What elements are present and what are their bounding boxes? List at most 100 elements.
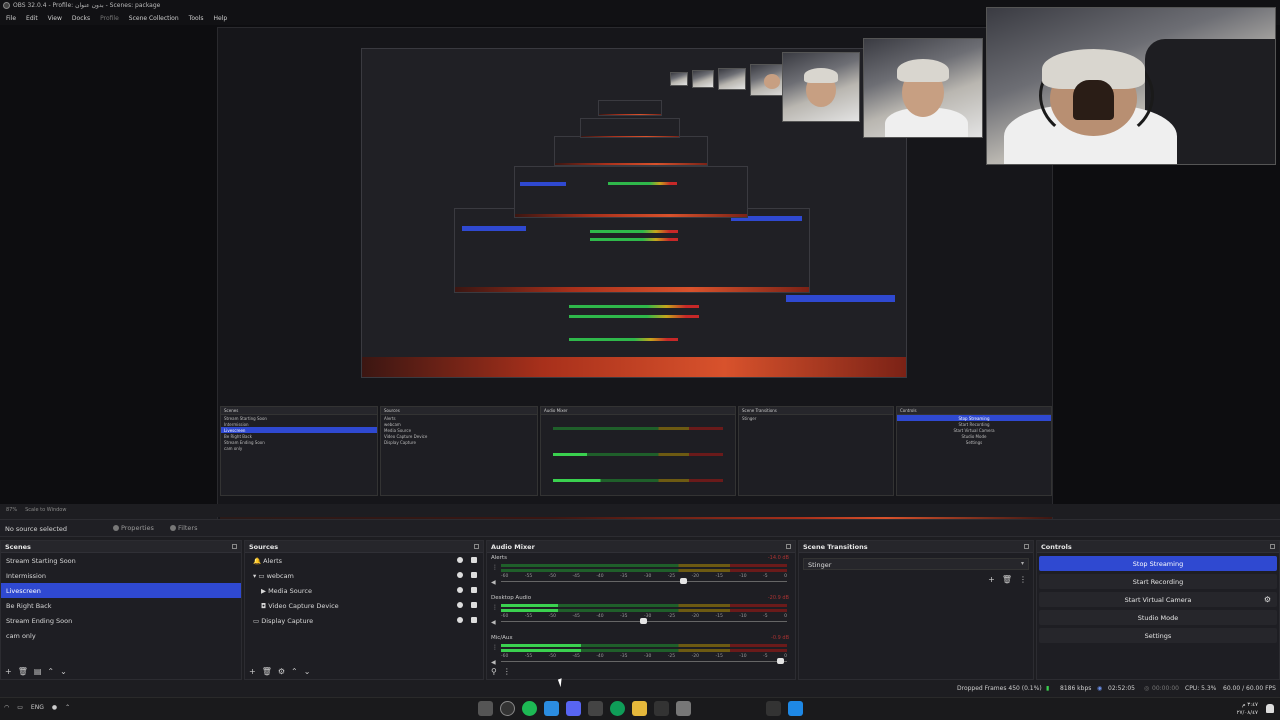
move-up-icon[interactable]: ⌃ [291, 667, 298, 676]
scale-mode[interactable]: Scale to Window [25, 507, 66, 513]
speaker-icon[interactable]: ◀ [491, 619, 496, 626]
menu-tools[interactable]: Tools [185, 12, 208, 25]
trash-icon[interactable]: 🗑 [1002, 575, 1012, 584]
menu-file[interactable]: File [2, 12, 20, 25]
speaker-icon[interactable]: ◀ [491, 579, 496, 586]
move-down-icon[interactable]: ⌄ [60, 667, 67, 676]
menu-edit[interactable]: Edit [22, 12, 42, 25]
source-item[interactable]: ▶ Media Source [245, 583, 483, 598]
preview-area[interactable]: Scenes Stream Starting Soon Intermission… [0, 7, 1280, 527]
settings-app-icon[interactable] [478, 701, 493, 716]
settings-button[interactable]: Settings [1039, 628, 1277, 643]
menu-scene-collection[interactable]: Scene Collection [125, 12, 183, 25]
add-icon[interactable]: + [988, 575, 995, 584]
menu-docks[interactable]: Docks [68, 12, 94, 25]
fader-knob[interactable] [680, 578, 688, 584]
zoom-level[interactable]: 87% [6, 507, 17, 513]
gear-icon[interactable]: ⚙ [1264, 595, 1271, 604]
stop-streaming-button[interactable]: Stop Streaming [1039, 556, 1277, 571]
menu-view[interactable]: View [44, 12, 66, 25]
spotify-app-icon[interactable] [522, 701, 537, 716]
eye-icon[interactable] [457, 602, 463, 608]
discord-app-icon[interactable] [566, 701, 581, 716]
transition-select[interactable]: Stinger ▾ [803, 558, 1029, 570]
menu-dots-icon[interactable]: ⋮ [503, 667, 511, 676]
lock-icon[interactable] [471, 587, 477, 593]
undock-icon[interactable] [232, 544, 237, 549]
scenes-toolbar: + 🗑 ▤ ⌃ ⌄ [1, 665, 67, 677]
fps: 60.00 / 60.00 FPS [1223, 685, 1276, 692]
menu-profile[interactable]: Profile [96, 12, 123, 25]
app-icon[interactable] [676, 701, 691, 716]
eye-icon[interactable] [457, 557, 463, 563]
volume-fader[interactable] [501, 618, 787, 624]
scene-item[interactable]: Stream Starting Soon [1, 553, 241, 568]
language-indicator[interactable]: ENG [31, 704, 44, 711]
scene-item[interactable]: Stream Ending Soon [1, 613, 241, 628]
start-virtual-camera-button[interactable]: Start Virtual Camera ⚙ [1039, 592, 1277, 607]
studio-mode-button[interactable]: Studio Mode [1039, 610, 1277, 625]
volume-meter [501, 604, 787, 607]
menu-dots-icon[interactable]: ⋮ [492, 604, 498, 611]
windows-start-icon[interactable] [788, 701, 803, 716]
move-down-icon[interactable]: ⌄ [304, 667, 311, 676]
scene-item[interactable]: cam only [1, 628, 241, 643]
menu-help[interactable]: Help [209, 12, 231, 25]
eye-icon[interactable] [457, 572, 463, 578]
mic-icon[interactable]: ● [52, 704, 57, 711]
lock-icon[interactable] [471, 602, 477, 608]
source-item[interactable]: ▭ Display Capture [245, 613, 483, 628]
menu-dots-icon[interactable]: ⋮ [492, 644, 498, 651]
wifi-icon[interactable]: ◠ [4, 704, 9, 711]
lock-icon[interactable] [471, 617, 477, 623]
properties-button[interactable]: Properties [113, 524, 154, 532]
undock-icon[interactable] [1270, 544, 1275, 549]
undock-icon[interactable] [474, 544, 479, 549]
meter-tick-label: -15 [715, 574, 723, 579]
source-item[interactable]: 🔔 Alerts [245, 553, 483, 568]
scene-item[interactable]: Be Right Back [1, 598, 241, 613]
chevron-down-icon: ▾ [1020, 560, 1024, 567]
eye-icon[interactable] [457, 617, 463, 623]
add-icon[interactable]: + [5, 667, 12, 676]
chevron-down-icon[interactable]: ▾ [253, 572, 256, 580]
undock-icon[interactable] [1024, 544, 1029, 549]
meter-tick-label: -20 [691, 654, 699, 659]
taskbar-clock[interactable]: ٣:٤٧ م ٢٧/٠٨/٤٧ [1237, 701, 1258, 717]
lock-icon[interactable] [471, 572, 477, 578]
notification-icon[interactable] [1266, 704, 1274, 713]
preview-canvas[interactable]: Scenes Stream Starting Soon Intermission… [217, 27, 1053, 527]
undock-icon[interactable] [786, 544, 791, 549]
source-item[interactable]: ◘ Video Capture Device [245, 598, 483, 613]
source-group[interactable]: ▾ ▭ webcam [245, 568, 483, 583]
fader-knob[interactable] [777, 658, 785, 664]
scene-item[interactable]: Intermission [1, 568, 241, 583]
filter-icon[interactable]: ▤ [34, 667, 42, 676]
notepad-app-icon[interactable] [654, 701, 669, 716]
meter-tick-label: -55 [524, 614, 533, 619]
volume-fader[interactable] [501, 658, 787, 664]
scene-item-selected[interactable]: Livescreen [1, 583, 241, 598]
chevron-up-icon[interactable]: ⌃ [65, 704, 70, 711]
add-icon[interactable]: + [249, 667, 256, 676]
telegram-app-icon[interactable] [544, 701, 559, 716]
menu-dots-icon[interactable]: ⋮ [492, 564, 498, 571]
search-icon[interactable] [766, 701, 781, 716]
eye-icon[interactable] [457, 587, 463, 593]
fader-knob[interactable] [640, 618, 647, 624]
calendar-app-icon[interactable] [588, 701, 603, 716]
volume-fader[interactable] [501, 578, 787, 584]
obs-app-icon[interactable] [500, 701, 515, 716]
filters-button[interactable]: Filters [170, 524, 197, 532]
start-recording-button[interactable]: Start Recording [1039, 574, 1277, 589]
link-icon[interactable]: ⚲ [491, 667, 497, 676]
trash-icon[interactable]: 🗑 [262, 667, 272, 676]
folder-app-icon[interactable] [632, 701, 647, 716]
move-up-icon[interactable]: ⌃ [47, 667, 54, 676]
gear-icon[interactable]: ⚙ [278, 667, 285, 676]
lock-icon[interactable] [471, 557, 477, 563]
trash-icon[interactable]: 🗑 [18, 667, 28, 676]
menu-dots-icon[interactable]: ⋮ [1019, 575, 1027, 584]
edge-app-icon[interactable] [610, 701, 625, 716]
battery-icon[interactable]: ▭ [17, 704, 23, 711]
